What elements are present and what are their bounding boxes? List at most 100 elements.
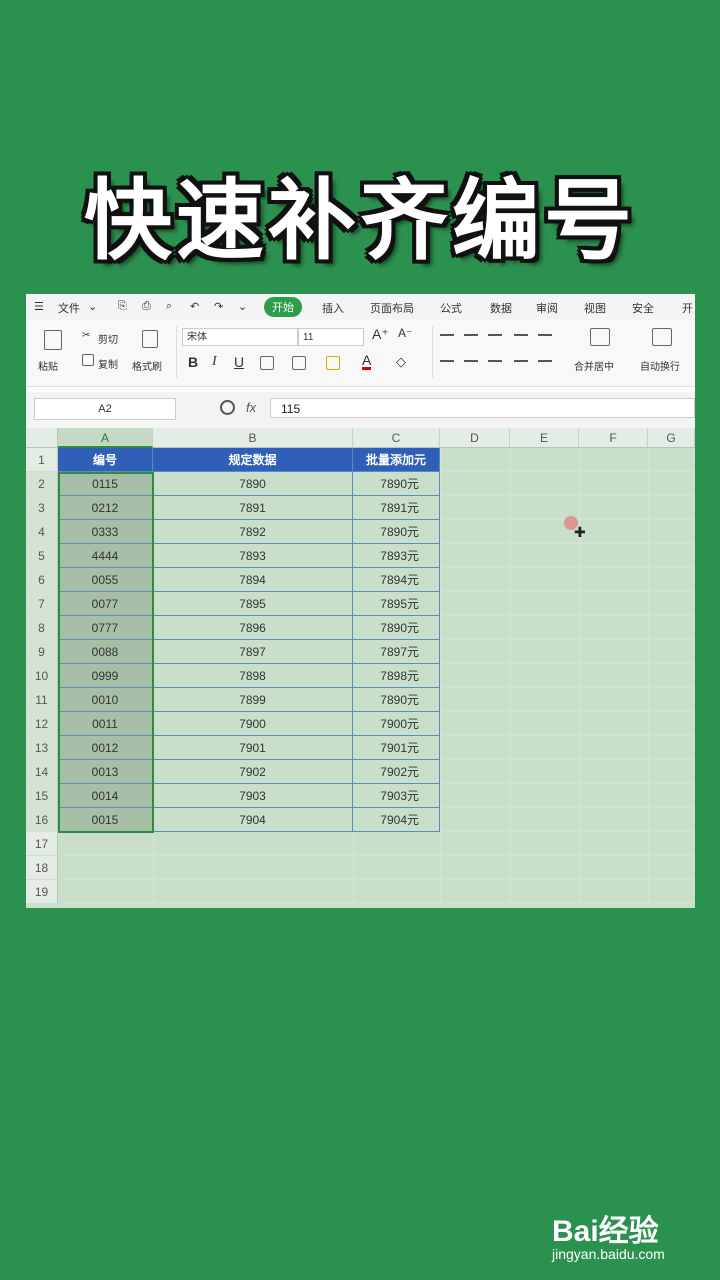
column-header-g[interactable]: G [648,428,695,448]
print-icon[interactable]: ⎙ [142,300,151,313]
row-header-10[interactable]: 10 [26,664,58,688]
row-header-12[interactable]: 12 [26,712,58,736]
table-cell[interactable]: 7891元 [353,496,440,520]
table-cell[interactable]: 7893元 [353,544,440,568]
row-header-7[interactable]: 7 [26,592,58,616]
row-header-5[interactable]: 5 [26,544,58,568]
table-cell[interactable]: 7903 [153,784,353,808]
indent-increase-icon[interactable] [538,334,552,336]
row-header-11[interactable]: 11 [26,688,58,712]
sheet-grid[interactable]: A B C D E F G 1 2 3 4 5 6 7 8 9 10 11 12 13 14 15 16 17 18 19 编号 规定… [26,428,695,908]
underline-button[interactable]: U [234,354,244,370]
clear-format-icon[interactable]: ◇ [396,354,406,370]
row-header-17[interactable]: 17 [26,832,58,856]
align-right-icon[interactable] [488,360,502,362]
row-header-18[interactable]: 18 [26,856,58,880]
table-cell[interactable]: 7903元 [353,784,440,808]
align-bottom-icon[interactable] [488,334,502,336]
paste-icon[interactable] [44,330,62,350]
merge-center-icon[interactable] [590,328,610,346]
formula-input[interactable]: 115 [270,398,695,418]
column-header-c[interactable]: C [353,428,440,448]
format-painter-icon[interactable] [142,330,158,348]
align-left-icon[interactable] [440,360,454,362]
table-cell[interactable]: 7900 [153,712,353,736]
fill-pattern-icon[interactable] [292,356,306,370]
tab-more[interactable]: 开 [682,300,693,316]
table-cell[interactable]: 7891 [153,496,353,520]
table-cell[interactable]: 7894元 [353,568,440,592]
table-cell[interactable]: 7898 [153,664,353,688]
table-cell[interactable]: 7898元 [353,664,440,688]
bold-button[interactable]: B [188,354,198,370]
table-cell[interactable]: 7892 [153,520,353,544]
scissors-icon[interactable]: ✂ [82,330,90,341]
table-cell[interactable]: 7897元 [353,640,440,664]
align-top-icon[interactable] [440,334,454,336]
name-box[interactable]: A2 [34,398,176,420]
row-header-8[interactable]: 8 [26,616,58,640]
wrap-text-button[interactable]: 自动换行 [640,358,680,373]
table-cell[interactable]: 7890元 [353,616,440,640]
copy-icon[interactable] [82,354,94,366]
save-icon[interactable]: ⎘ [118,300,127,313]
file-menu[interactable]: 文件 [58,300,80,316]
table-cell[interactable]: 7897 [153,640,353,664]
header-cell-a[interactable]: 编号 [58,448,153,472]
more-icon[interactable]: ⌄ [238,300,247,313]
table-cell[interactable]: 7899 [153,688,353,712]
font-name-select[interactable]: 宋体 [182,328,298,346]
tab-formulas[interactable]: 公式 [440,300,462,316]
copy-button[interactable]: 复制 [98,356,118,371]
row-header-6[interactable]: 6 [26,568,58,592]
font-size-select[interactable]: 11 [298,328,364,346]
chevron-down-icon[interactable]: ⌄ [88,300,97,313]
row-header-15[interactable]: 15 [26,784,58,808]
tab-security[interactable]: 安全 [632,300,654,316]
select-all-corner[interactable] [26,428,58,448]
tab-page-layout[interactable]: 页面布局 [370,300,414,316]
table-cell[interactable]: 7900元 [353,712,440,736]
table-cell[interactable]: 7890元 [353,520,440,544]
indent-decrease-icon[interactable] [514,334,528,336]
row-header-4[interactable]: 4 [26,520,58,544]
italic-button[interactable]: I [212,354,217,370]
tab-data[interactable]: 数据 [490,300,512,316]
header-cell-c[interactable]: 批量添加元 [353,448,440,472]
cut-button[interactable]: 剪切 [98,331,118,346]
undo-icon[interactable]: ↶ [190,300,199,313]
table-cell[interactable]: 7890元 [353,472,440,496]
column-header-d[interactable]: D [440,428,510,448]
merge-center-button[interactable]: 合并居中 [574,358,614,373]
tab-insert[interactable]: 插入 [322,300,344,316]
paste-button[interactable]: 粘贴 [38,358,58,373]
row-header-3[interactable]: 3 [26,496,58,520]
table-cell[interactable]: 7895元 [353,592,440,616]
redo-icon[interactable]: ↷ [214,300,223,313]
table-cell[interactable]: 7901元 [353,736,440,760]
table-cell[interactable]: 7904 [153,808,353,832]
row-header-19[interactable]: 19 [26,880,58,904]
justify-icon[interactable] [514,360,528,362]
column-header-b[interactable]: B [153,428,353,448]
decrease-font-icon[interactable]: A⁻ [398,326,412,340]
fill-color-icon[interactable] [326,356,340,370]
align-middle-icon[interactable] [464,334,478,336]
increase-font-icon[interactable]: A⁺ [372,326,389,343]
column-header-e[interactable]: E [510,428,579,448]
row-header-9[interactable]: 9 [26,640,58,664]
distribute-icon[interactable] [538,360,552,362]
fx-icon[interactable]: fx [246,400,256,415]
font-color-icon[interactable]: A [362,353,372,370]
column-header-f[interactable]: F [579,428,648,448]
preview-icon[interactable]: ⌕ [166,300,172,313]
row-header-14[interactable]: 14 [26,760,58,784]
row-header-13[interactable]: 13 [26,736,58,760]
align-center-icon[interactable] [464,360,478,362]
header-cell-b[interactable]: 规定数据 [153,448,353,472]
zoom-icon[interactable] [220,400,235,415]
tab-home[interactable]: 开始 [264,297,302,317]
menu-icon[interactable]: ☰ [34,300,44,313]
tab-review[interactable]: 审阅 [536,300,558,316]
table-cell[interactable]: 7890元 [353,688,440,712]
